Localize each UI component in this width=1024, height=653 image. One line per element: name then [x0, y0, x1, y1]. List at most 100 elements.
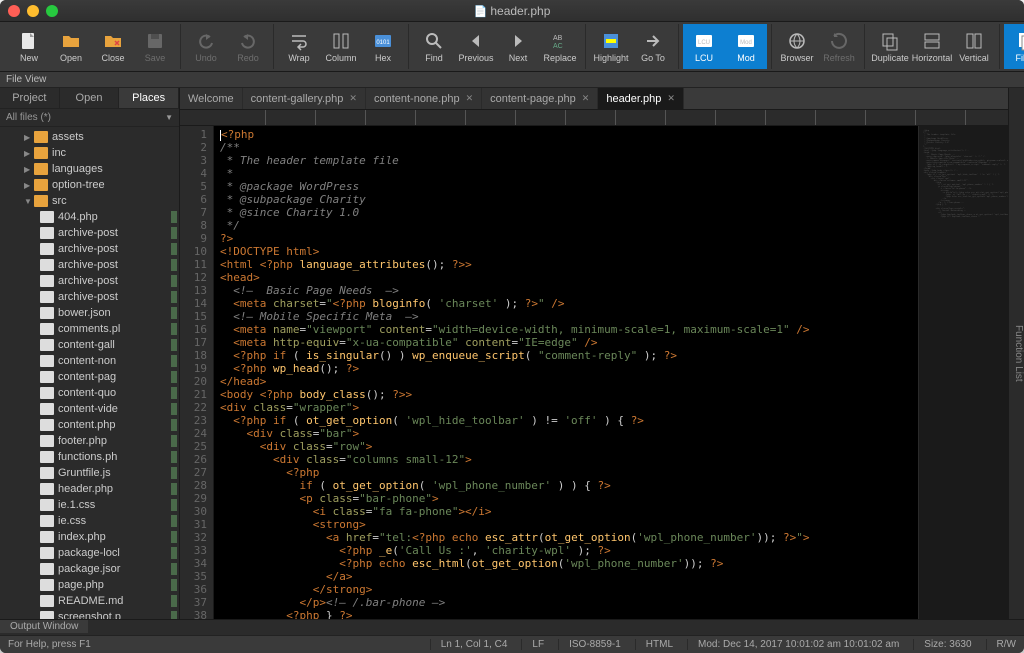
toolbar-browser-button[interactable]: Browser — [776, 24, 818, 69]
toolbar-next-button[interactable]: Next — [497, 24, 539, 69]
toolbar-undo-button[interactable]: Undo — [185, 24, 227, 69]
file-item[interactable]: ie.css — [0, 513, 179, 529]
file-item[interactable]: package.jsor — [0, 561, 179, 577]
vcs-mark-icon — [171, 499, 177, 511]
folder-item[interactable]: ▼src — [0, 193, 179, 209]
file-item[interactable]: Gruntfile.js — [0, 465, 179, 481]
file-item[interactable]: functions.ph — [0, 449, 179, 465]
sidebar-tab-project[interactable]: Project — [0, 88, 60, 108]
svg-text:Mod: Mod — [740, 40, 752, 46]
file-tree[interactable]: ▶assets▶inc▶languages▶option-tree▼src404… — [0, 127, 179, 619]
file-item[interactable]: archive-post — [0, 225, 179, 241]
refresh-icon — [829, 31, 849, 51]
file-item[interactable]: index.php — [0, 529, 179, 545]
toolbar-wrap-button[interactable]: Wrap — [278, 24, 320, 69]
file-item[interactable]: content-vide — [0, 401, 179, 417]
toolbar-find-button[interactable]: Find — [413, 24, 455, 69]
toolbar-new-button[interactable]: New — [8, 24, 50, 69]
doctab-content-none-php[interactable]: content-none.php✕ — [366, 88, 482, 109]
minimap[interactable]: .?php /** * The header template file * *… — [918, 126, 1008, 619]
function-list-tab[interactable]: Function List — [1008, 88, 1024, 619]
toolbar-close-button[interactable]: Close — [92, 24, 134, 69]
file-item[interactable]: ie.1.css — [0, 497, 179, 513]
code-editor[interactable]: <?php/** * The header template file * * … — [214, 126, 918, 619]
toolbar-files-button[interactable]: Files — [1004, 24, 1024, 69]
close-tab-icon[interactable]: ✕ — [349, 93, 357, 104]
file-item[interactable]: footer.php — [0, 433, 179, 449]
doctab-content-page-php[interactable]: content-page.php✕ — [482, 88, 598, 109]
file-icon — [40, 579, 54, 591]
toolbar-go to-button[interactable]: Go To — [632, 24, 674, 69]
toolbar-replace-button[interactable]: ABACReplace — [539, 24, 581, 69]
doctab-welcome[interactable]: Welcome — [180, 88, 243, 109]
sidebar-tab-open[interactable]: Open — [60, 88, 120, 108]
file-item[interactable]: content-gall — [0, 337, 179, 353]
vcs-mark-icon — [171, 531, 177, 543]
toolbar-vertical-button[interactable]: Vertical — [953, 24, 995, 69]
status-line-ending[interactable]: LF — [521, 639, 544, 650]
window-controls — [8, 5, 58, 17]
close-tab-icon[interactable]: ✕ — [667, 93, 675, 104]
doctab-header-php[interactable]: header.php✕ — [598, 88, 684, 109]
file-icon — [40, 499, 54, 511]
file-icon — [40, 371, 54, 383]
toolbar-lcu-button[interactable]: LCULCU — [683, 24, 725, 69]
output-window-tab[interactable]: Output Window — [0, 619, 1024, 635]
file-item[interactable]: page.php — [0, 577, 179, 593]
file-item[interactable]: header.php — [0, 481, 179, 497]
toolbar-hex-button[interactable]: 0101Hex — [362, 24, 404, 69]
doctab-content-gallery-php[interactable]: content-gallery.php✕ — [243, 88, 366, 109]
file-filter[interactable]: All files (*) ▼ — [0, 109, 179, 127]
folder-item[interactable]: ▶assets — [0, 129, 179, 145]
toolbar-mod-button[interactable]: ModMod — [725, 24, 767, 69]
file-item[interactable]: content-non — [0, 353, 179, 369]
toolbar-redo-button[interactable]: Redo — [227, 24, 269, 69]
toolbar-open-button[interactable]: Open — [50, 24, 92, 69]
file-icon — [40, 291, 54, 303]
file-icon — [40, 547, 54, 559]
file-icon — [40, 483, 54, 495]
file-filter-label: All files (*) — [6, 112, 51, 123]
file-item[interactable]: archive-post — [0, 273, 179, 289]
close-tab-icon[interactable]: ✕ — [582, 93, 590, 104]
file-item[interactable]: archive-post — [0, 289, 179, 305]
folder-item[interactable]: ▶option-tree — [0, 177, 179, 193]
file-item[interactable]: comments.pl — [0, 321, 179, 337]
redo-icon — [238, 31, 258, 51]
toolbar-refresh-button[interactable]: Refresh — [818, 24, 860, 69]
file-icon — [40, 323, 54, 335]
file-icon — [40, 275, 54, 287]
toolbar-save-button[interactable]: Save — [134, 24, 176, 69]
close-window-icon[interactable] — [8, 5, 20, 17]
toolbar-duplicate-button[interactable]: Duplicate — [869, 24, 911, 69]
file-icon — [40, 259, 54, 271]
status-language[interactable]: HTML — [635, 639, 673, 650]
file-item[interactable]: archive-post — [0, 241, 179, 257]
sidebar-tab-places[interactable]: Places — [119, 88, 179, 108]
status-encoding[interactable]: ISO-8859-1 — [558, 639, 621, 650]
toolbar-column-button[interactable]: Column — [320, 24, 362, 69]
file-item[interactable]: content.php — [0, 417, 179, 433]
file-item[interactable]: content-quo — [0, 385, 179, 401]
toolbar-horizontal-button[interactable]: Horizontal — [911, 24, 953, 69]
folder-item[interactable]: ▶inc — [0, 145, 179, 161]
file-item[interactable]: archive-post — [0, 257, 179, 273]
file-item[interactable]: package-locl — [0, 545, 179, 561]
zoom-window-icon[interactable] — [46, 5, 58, 17]
file-item[interactable]: screenshot.p — [0, 609, 179, 619]
file-icon — [40, 211, 54, 223]
toolbar-previous-button[interactable]: Previous — [455, 24, 497, 69]
minimize-window-icon[interactable] — [27, 5, 39, 17]
vcs-mark-icon — [171, 387, 177, 399]
folder-icon — [61, 31, 81, 51]
code-area: 1234567891011121314151617181920212223242… — [180, 126, 1008, 619]
toolbar-highlight-button[interactable]: Highlight — [590, 24, 632, 69]
file-item[interactable]: README.md — [0, 593, 179, 609]
file-item[interactable]: content-pag — [0, 369, 179, 385]
vcs-mark-icon — [171, 579, 177, 591]
file-item[interactable]: 404.php — [0, 209, 179, 225]
file-item[interactable]: bower.json — [0, 305, 179, 321]
folder-item[interactable]: ▶languages — [0, 161, 179, 177]
vcs-mark-icon — [171, 403, 177, 415]
close-tab-icon[interactable]: ✕ — [466, 93, 474, 104]
